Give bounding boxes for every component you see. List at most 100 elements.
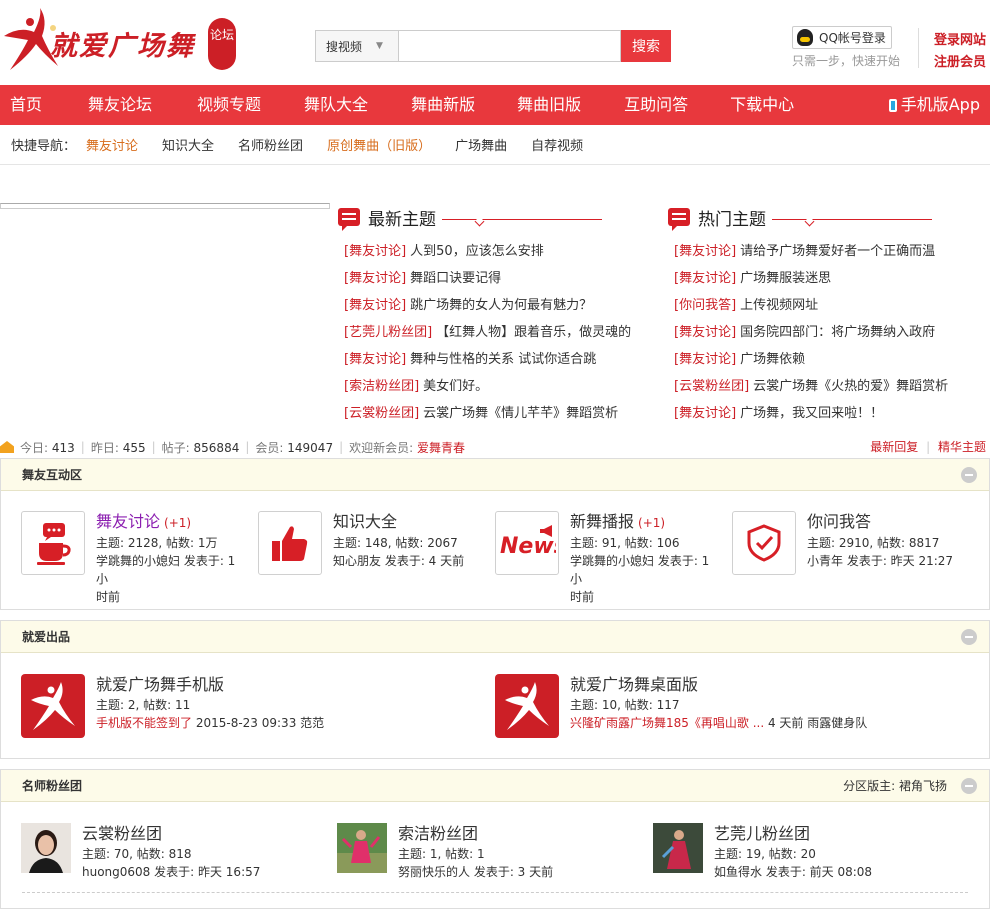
latest-topics-list: [舞友讨论] 人到50，应该怎么安排 [舞友讨论] 舞蹈口诀要记得 [舞友讨论] 跳广…: [344, 238, 644, 427]
forum-name[interactable]: 就爱广场舞手机版: [96, 674, 476, 696]
nav-item-new-songs[interactable]: 舞曲新版: [411, 85, 475, 125]
forum-name[interactable]: 你问我答: [807, 512, 871, 531]
search-button[interactable]: 搜索: [621, 30, 671, 62]
collapse-icon[interactable]: [961, 778, 977, 794]
forum-item[interactable]: 就爱广场舞桌面版 主题: 10, 帖数: 117 兴隆矿雨露广场舞185《再唱山…: [495, 674, 970, 738]
title-underline: [442, 218, 602, 220]
login-link[interactable]: 登录网站: [934, 30, 986, 52]
site-logo[interactable]: 就爱广场舞 论坛: [0, 6, 240, 76]
nav-item-old-songs[interactable]: 舞曲旧版: [517, 85, 581, 125]
topic-row[interactable]: [舞友讨论] 舞蹈口诀要记得: [344, 265, 644, 292]
quick-link-square-songs[interactable]: 广场舞曲: [455, 135, 507, 154]
latest-reply-link[interactable]: 最新回复: [870, 440, 918, 454]
quick-link-fan-clubs[interactable]: 名师粉丝团: [238, 135, 303, 154]
latest-topics-header: 最新主题: [338, 204, 644, 231]
forum-name[interactable]: 就爱广场舞桌面版: [570, 674, 970, 696]
forum-name[interactable]: 新舞播报: [570, 512, 634, 531]
topic-row[interactable]: [舞友讨论] 跳广场舞的女人为何最有魅力？: [344, 292, 644, 319]
forum-item[interactable]: 云裳粉丝团 主题: 70, 帖数: 818 huong0608 发表于: 昨天 …: [21, 823, 302, 881]
search-type-select[interactable]: 搜视频 ▼: [315, 30, 399, 62]
avatar[interactable]: [21, 823, 71, 873]
topic-row[interactable]: [舞友讨论] 广场舞服装迷思: [674, 265, 974, 292]
forum-item[interactable]: 索洁粉丝团 主题: 1, 帖数: 1 努丽快乐的人 发表于: 3 天前: [337, 823, 618, 881]
section-products: 就爱出品 就爱广场舞手机版 主题: 2, 帖数: 11 手机版不能签到了 201…: [0, 620, 990, 759]
avatar[interactable]: [337, 823, 387, 873]
nav-item-home[interactable]: 首页: [10, 85, 42, 125]
topic-row[interactable]: [艺莞儿粉丝团] 【红舞人物】跟着音乐，做灵魂的: [344, 319, 644, 346]
section-interaction: 舞友互动区 舞友讨论 (+1) 主题: 2128, 帖数: 1万 学跳舞的小媳妇 …: [0, 458, 990, 610]
collapse-icon[interactable]: [961, 629, 977, 645]
forum-counts: 主题: 2910, 帖数: 8817: [807, 536, 940, 550]
forum-name[interactable]: 舞友讨论: [96, 512, 160, 531]
topic-row[interactable]: [舞友讨论] 国务院四部门：将广场舞纳入政府: [674, 319, 974, 346]
qq-penguin-icon: [797, 29, 813, 46]
topic-row[interactable]: [云裳粉丝团] 云裳广场舞《火热的爱》舞蹈赏析: [674, 373, 974, 400]
section-header: 名师粉丝团 分区版主: 裙角飞扬: [1, 770, 989, 802]
dancer-app-icon[interactable]: [21, 674, 85, 738]
latest-topics-title: 最新主题: [368, 209, 436, 230]
logo-seal: 论坛: [208, 18, 236, 70]
forum-last-post[interactable]: 知心朋友 发表于: 4 天前: [333, 552, 483, 570]
hot-topics-header: 热门主题: [668, 204, 974, 231]
newest-member-link[interactable]: 爱舞青春: [417, 441, 465, 455]
svg-text:News: News: [500, 534, 556, 559]
forum-last-post[interactable]: 如鱼得水 发表于: 前天 08:08: [714, 863, 934, 881]
forum-name[interactable]: 索洁粉丝团: [398, 823, 618, 845]
shield-check-icon[interactable]: [732, 511, 796, 575]
forum-name[interactable]: 云裳粉丝团: [82, 823, 302, 845]
quick-nav: 快捷导航： 舞友讨论 知识大全 名师粉丝团 原创舞曲（旧版） 广场舞曲 自荐视频: [0, 125, 990, 165]
topic-row[interactable]: [舞友讨论] 广场舞依赖: [674, 346, 974, 373]
thumbs-up-icon[interactable]: [258, 511, 322, 575]
forum-item[interactable]: 你问我答 主题: 2910, 帖数: 8817 小青年 发表于: 昨天 21:2…: [732, 511, 967, 575]
register-link[interactable]: 注册会员: [934, 52, 986, 74]
section-moderator[interactable]: 分区版主: 裙角飞扬: [843, 770, 947, 802]
nav-item-teams[interactable]: 舞队大全: [304, 85, 368, 125]
forum-counts: 主题: 148, 帖数: 2067: [333, 536, 458, 550]
quick-link-self-videos[interactable]: 自荐视频: [531, 135, 583, 154]
slideshow-frame: [0, 203, 330, 209]
forum-name[interactable]: 知识大全: [333, 512, 397, 531]
header-divider: [918, 28, 919, 68]
forum-last-post[interactable]: 小青年 发表于: 昨天 21:27: [807, 552, 967, 570]
quick-link-knowledge[interactable]: 知识大全: [162, 135, 214, 154]
title-underline: [772, 218, 932, 220]
forum-name[interactable]: 艺莞儿粉丝团: [714, 823, 934, 845]
search-input[interactable]: [399, 30, 621, 62]
news-icon[interactable]: News: [495, 511, 559, 575]
forum-item[interactable]: 舞友讨论 (+1) 主题: 2128, 帖数: 1万 学跳舞的小媳妇 发表于: 1…: [21, 511, 246, 606]
forum-item[interactable]: 艺莞儿粉丝团 主题: 19, 帖数: 20 如鱼得水 发表于: 前天 08:08: [653, 823, 934, 881]
forum-last-post[interactable]: 兴隆矿雨露广场舞185《再唱山歌 ...: [570, 716, 764, 730]
hot-topics-list: [舞友讨论] 请给予广场舞爱好者一个正确而温 [舞友讨论] 广场舞服装迷思 [你问我…: [674, 238, 974, 427]
forum-last-post[interactable]: 学跳舞的小媳妇 发表于: 1 小: [570, 552, 720, 588]
forum-last-post[interactable]: 努丽快乐的人 发表于: 3 天前: [398, 863, 618, 881]
topic-row[interactable]: [舞友讨论] 舞种与性格的关系 试试你适合跳: [344, 346, 644, 373]
nav-item-download[interactable]: 下载中心: [730, 85, 794, 125]
forum-item[interactable]: 就爱广场舞手机版 主题: 2, 帖数: 11 手机版不能签到了 2015-8-2…: [21, 674, 476, 738]
quick-link-original-songs[interactable]: 原创舞曲（旧版）: [327, 135, 431, 154]
forum-last-post[interactable]: huong0608 发表于: 昨天 16:57: [82, 863, 302, 881]
home-icon[interactable]: [0, 441, 14, 453]
topic-row[interactable]: [舞友讨论] 请给予广场舞爱好者一个正确而温: [674, 238, 974, 265]
forum-counts: 主题: 70, 帖数: 818: [82, 847, 192, 861]
topic-row[interactable]: [舞友讨论] 广场舞，我又回来啦！！: [674, 400, 974, 427]
nav-item-mobile-app[interactable]: 手机版App: [888, 85, 980, 125]
chat-bubble-icon: [338, 208, 360, 231]
forum-last-post[interactable]: 手机版不能签到了: [96, 716, 192, 730]
qq-login-button[interactable]: QQ帐号登录: [792, 26, 892, 49]
nav-item-videos[interactable]: 视频专题: [197, 85, 261, 125]
topic-row[interactable]: [云裳粉丝团] 云裳广场舞《情儿芊芊》舞蹈赏析: [344, 400, 644, 427]
digest-link[interactable]: 精华主题: [938, 440, 986, 454]
nav-item-qa[interactable]: 互助问答: [624, 85, 688, 125]
topic-row[interactable]: [索洁粉丝团] 美女们好。: [344, 373, 644, 400]
topic-row[interactable]: [舞友讨论] 人到50，应该怎么安排: [344, 238, 644, 265]
forum-item[interactable]: 知识大全 主题: 148, 帖数: 2067 知心朋友 发表于: 4 天前: [258, 511, 483, 575]
coffee-chat-icon[interactable]: [21, 511, 85, 575]
quick-link-discussion[interactable]: 舞友讨论: [86, 135, 138, 154]
forum-item[interactable]: News 新舞播报(+1) 主题: 91, 帖数: 106 学跳舞的小媳妇 发表…: [495, 511, 720, 606]
forum-last-post[interactable]: 学跳舞的小媳妇 发表于: 1 小: [96, 552, 246, 588]
nav-item-forum[interactable]: 舞友论坛: [88, 85, 152, 125]
collapse-icon[interactable]: [961, 467, 977, 483]
topic-row[interactable]: [你问我答] 上传视频网址: [674, 292, 974, 319]
avatar[interactable]: [653, 823, 703, 873]
dancer-app-icon[interactable]: [495, 674, 559, 738]
